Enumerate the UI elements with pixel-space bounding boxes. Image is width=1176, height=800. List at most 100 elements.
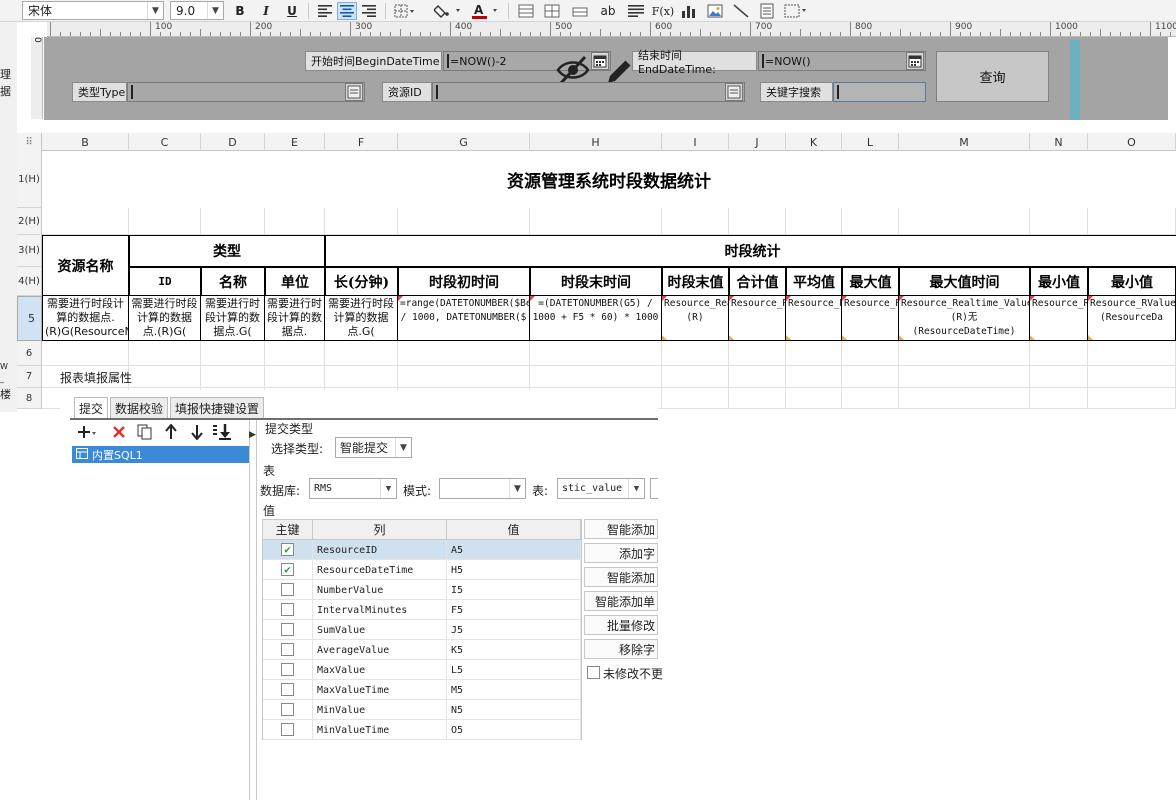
grid-cell[interactable] — [1030, 388, 1088, 409]
column-cell[interactable]: IntervalMinutes — [313, 600, 447, 620]
grid-cell[interactable] — [129, 366, 201, 388]
grid-cell[interactable] — [842, 366, 899, 388]
column-cell[interactable]: MinValue — [313, 700, 447, 720]
table-row[interactable]: SumValue J5 — [263, 620, 581, 640]
grid-cell[interactable] — [530, 366, 662, 388]
table-select[interactable]: stic_value ▼ — [557, 478, 645, 499]
value-cell[interactable]: K5 — [447, 640, 581, 660]
grid-cell[interactable] — [1088, 341, 1176, 366]
column-cell[interactable]: ResourceID — [313, 540, 447, 560]
submit-type-select[interactable]: 智能提交 ▼ — [335, 437, 412, 458]
primary-key-checkbox[interactable] — [281, 623, 294, 636]
data-cell[interactable]: Resource_Realtim — [842, 296, 899, 341]
data-cell[interactable]: =range(DATETONUMBER($BeginDateTime) / 10… — [398, 296, 530, 341]
column-header[interactable]: C — [129, 133, 201, 151]
column-header[interactable]: D — [201, 133, 265, 151]
value-cell[interactable]: M5 — [447, 680, 581, 700]
query-button[interactable]: 查询 — [936, 51, 1049, 102]
table-extra-button[interactable] — [650, 478, 658, 499]
grid-cell[interactable] — [325, 341, 398, 366]
grid-cell[interactable] — [265, 208, 325, 235]
grid-cell[interactable] — [325, 208, 398, 235]
batch-edit-button[interactable]: 批量修改 — [584, 615, 658, 635]
grid-cell[interactable] — [899, 388, 1030, 409]
data-cell[interactable]: Resource_Realtim — [729, 296, 786, 341]
primary-key-checkbox[interactable] — [281, 723, 294, 736]
copy-icon[interactable] — [134, 422, 156, 442]
data-cell[interactable]: Resource_Realtime_Value.(R)无(ResourceDat… — [899, 296, 1030, 341]
border-icon[interactable] — [392, 2, 418, 20]
database-select[interactable]: RMS ▼ — [309, 478, 397, 499]
grid-cell[interactable] — [899, 366, 1030, 388]
primary-key-checkbox[interactable] — [281, 603, 294, 616]
line-icon[interactable] — [731, 2, 751, 20]
split-cells-icon[interactable] — [542, 2, 562, 20]
value-cell[interactable]: N5 — [447, 700, 581, 720]
primary-key-checkbox[interactable] — [281, 663, 294, 676]
resource-id-input[interactable] — [432, 82, 745, 102]
primary-key-checkbox[interactable]: ✔ — [281, 543, 294, 556]
column-cell[interactable]: MaxValueTime — [313, 680, 447, 700]
value-cell[interactable]: O5 — [447, 720, 581, 740]
grid-cell[interactable] — [129, 341, 201, 366]
tab-shortcut-settings[interactable]: 填报快捷键设置 — [170, 397, 265, 418]
primary-key-checkbox[interactable] — [281, 703, 294, 716]
text-tool-button[interactable]: ab — [598, 2, 618, 20]
grid-cell[interactable] — [265, 341, 325, 366]
table-row[interactable]: NumberValue I5 — [263, 580, 581, 600]
value-cell[interactable]: A5 — [447, 540, 581, 560]
chevron-down-icon[interactable]: ▼ — [395, 438, 411, 457]
data-cell[interactable]: 需要进行时段计算的数据点. — [265, 296, 325, 341]
select-all-corner[interactable]: ⠿ — [17, 133, 42, 151]
value-cell[interactable]: J5 — [447, 620, 581, 640]
grid-cell[interactable] — [842, 388, 899, 409]
smart-add-button[interactable]: 智能添加 — [584, 519, 658, 539]
remove-field-button[interactable]: 移除字 — [584, 639, 658, 659]
row-header[interactable]: 5 — [17, 296, 42, 341]
grid-cell[interactable] — [729, 208, 786, 235]
row-header[interactable]: 6 — [17, 341, 42, 366]
chevron-right-icon[interactable]: ▶ — [249, 430, 256, 440]
grid-cell[interactable] — [201, 366, 265, 388]
form-icon[interactable] — [757, 2, 777, 20]
formula-button[interactable]: F(x) — [652, 2, 674, 20]
value-cell[interactable]: I5 — [447, 580, 581, 600]
unchanged-no-update-checkbox[interactable] — [587, 666, 600, 679]
grid-cell[interactable] — [1030, 208, 1088, 235]
grid-cell[interactable] — [129, 208, 201, 235]
column-header[interactable]: F — [325, 133, 398, 151]
align-left-icon[interactable] — [316, 2, 334, 20]
row-header[interactable]: 8 — [17, 388, 42, 409]
data-cell[interactable]: Resource_Realtim — [786, 296, 842, 341]
table-row[interactable]: MinValueTime O5 — [263, 720, 581, 740]
data-cell[interactable]: =(DATETONUMBER(G5) / 1000 + F5 * 60) * 1… — [530, 296, 662, 341]
table-row[interactable]: MaxValueTime M5 — [263, 680, 581, 700]
chevron-down-icon[interactable]: ▼ — [380, 479, 396, 498]
column-cell[interactable]: NumberValue — [313, 580, 447, 600]
align-right-icon[interactable] — [360, 2, 378, 20]
column-header[interactable]: L — [842, 133, 899, 151]
column-cell[interactable]: ResourceDateTime — [313, 560, 447, 580]
end-time-input[interactable]: =NOW() — [758, 51, 926, 71]
move-to-bottom-icon[interactable] — [212, 422, 234, 442]
primary-key-checkbox[interactable]: ✔ — [281, 563, 294, 576]
primary-key-checkbox[interactable] — [281, 583, 294, 596]
value-cell[interactable]: L5 — [447, 660, 581, 680]
column-header[interactable]: O — [1088, 133, 1176, 151]
data-cell[interactable]: Resource_Realtim — [1030, 296, 1088, 341]
table-row[interactable]: MaxValue L5 — [263, 660, 581, 680]
primary-key-checkbox[interactable] — [281, 683, 294, 696]
keyword-search-input[interactable] — [833, 82, 926, 102]
chevron-down-icon[interactable]: ▼ — [509, 479, 525, 498]
column-header[interactable]: I — [662, 133, 729, 151]
grid-cell[interactable] — [786, 388, 842, 409]
column-header[interactable]: N — [1030, 133, 1088, 151]
add-field-button[interactable]: 添加字 — [584, 543, 658, 563]
font-size-select[interactable]: 9.0 ▼ — [170, 1, 224, 20]
chevron-down-icon[interactable]: ▼ — [147, 2, 163, 19]
grid-cell[interactable] — [398, 208, 530, 235]
type-input[interactable] — [127, 82, 365, 102]
dropdown-icon[interactable] — [725, 83, 743, 101]
chevron-down-icon[interactable]: ▼ — [207, 2, 223, 19]
data-cell[interactable]: Resource_RValue.(ResourceDa — [1088, 296, 1176, 341]
